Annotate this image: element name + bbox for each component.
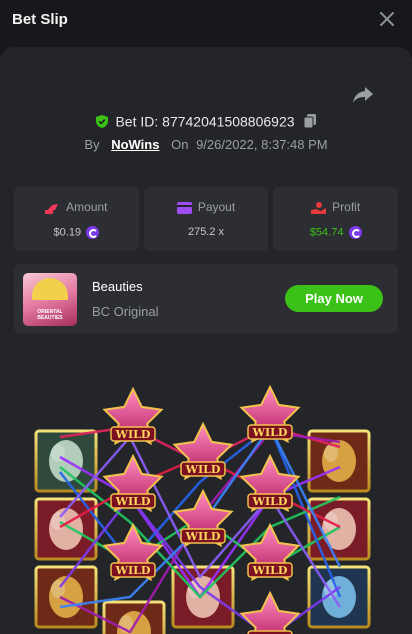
wild-symbol: WILD xyxy=(239,590,301,634)
share-icon[interactable] xyxy=(352,86,374,104)
profit-value: $54.74 xyxy=(309,226,344,239)
bet-id-value: 87742041508806923 xyxy=(162,113,295,130)
payout-card: Payout 275.2 x xyxy=(143,187,269,251)
wild-symbol: WILD xyxy=(239,522,301,582)
coin-icon xyxy=(86,226,100,239)
wild-symbol: WILD xyxy=(102,386,164,446)
verified-shield-icon xyxy=(95,114,108,128)
amount-value: $0.19 xyxy=(53,226,82,239)
game-provider: BC Original xyxy=(92,304,159,319)
slot-result-board: WILD WILD WILD WILD WILD WILD WILD WILD WILD xyxy=(34,384,371,634)
on-label: On xyxy=(171,137,189,152)
wild-symbol: WILD xyxy=(102,522,164,582)
wild-label: WILD xyxy=(185,463,221,476)
coin-icon xyxy=(348,226,362,239)
payout-label: Payout xyxy=(197,200,236,214)
game-card: ORIENTAL BEAUTIES Beauties BC Original P… xyxy=(14,264,398,333)
wild-label: WILD xyxy=(252,495,288,508)
amount-label: Amount xyxy=(66,200,108,214)
profit-hand-icon xyxy=(311,201,327,214)
amount-card: Amount $0.19 xyxy=(14,187,139,251)
wallet-icon xyxy=(176,201,192,214)
bet-meta-row: By NoWins On 9/26/2022, 8:37:48 PM xyxy=(0,137,412,152)
game-thumbnail[interactable]: ORIENTAL BEAUTIES xyxy=(23,273,77,326)
copy-icon[interactable] xyxy=(304,114,317,129)
wild-label: WILD xyxy=(115,564,151,577)
wild-label: WILD xyxy=(115,428,151,441)
close-icon[interactable] xyxy=(380,12,394,26)
header: Bet Slip xyxy=(0,0,412,44)
dialog-title: Bet Slip xyxy=(12,11,68,28)
game-name: Beauties xyxy=(92,279,143,294)
comb-symbol xyxy=(102,600,166,634)
fan-graphic xyxy=(32,278,68,300)
wild-symbol: WILD xyxy=(172,421,234,481)
profit-card: Profit $54.74 xyxy=(273,187,399,251)
payout-value: 275.2 x xyxy=(187,226,225,238)
wild-symbol: WILD xyxy=(172,488,234,548)
wild-symbol: WILD xyxy=(102,453,164,513)
stats-row: Amount $0.19 Payout 275.2 x Profit $54.7… xyxy=(14,187,399,251)
wild-symbol: WILD xyxy=(239,384,301,444)
wild-label: WILD xyxy=(252,426,288,439)
by-label: By xyxy=(84,137,100,152)
wild-label: WILD xyxy=(115,495,151,508)
bet-slip-panel: Bet ID: 87742041508806923 By NoWins On 9… xyxy=(0,47,412,634)
thumbnail-text-line-2: BEAUTIES xyxy=(37,315,63,321)
bet-datetime: 9/26/2022, 8:37:48 PM xyxy=(196,137,328,152)
comb-symbol xyxy=(34,565,98,629)
username-link[interactable]: NoWins xyxy=(111,137,159,152)
wild-label: WILD xyxy=(185,530,221,543)
bet-id-label: Bet ID: xyxy=(115,113,159,130)
wild-label: WILD xyxy=(252,564,288,577)
money-icon xyxy=(45,203,59,214)
bet-id-row: Bet ID: 87742041508806923 xyxy=(0,112,412,129)
play-now-button[interactable]: Play Now xyxy=(285,285,383,312)
profit-label: Profit xyxy=(332,200,361,214)
